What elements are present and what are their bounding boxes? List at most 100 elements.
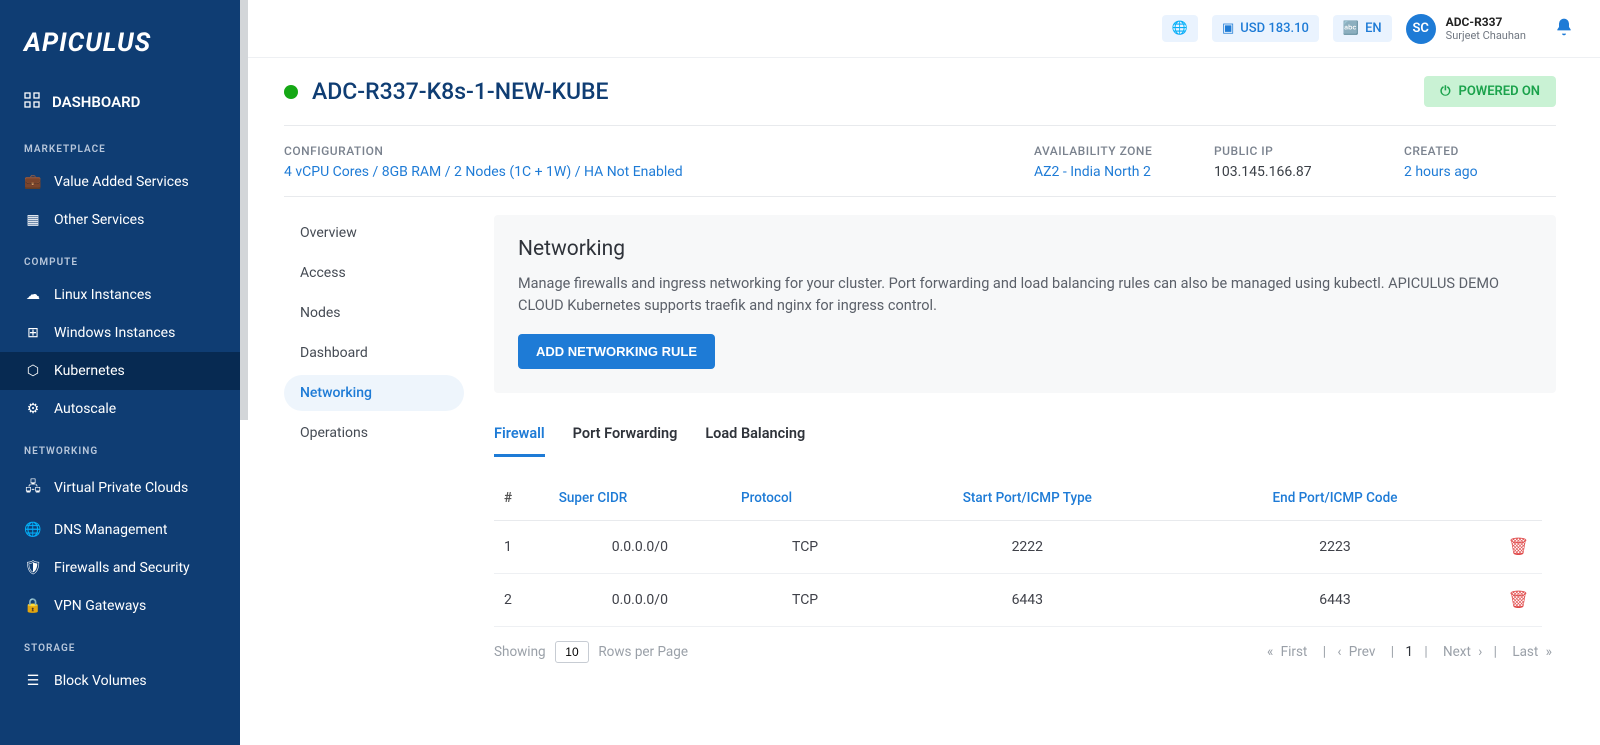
cell-start: 6443 <box>879 573 1175 626</box>
subnav-operations[interactable]: Operations <box>284 415 464 451</box>
networking-tabs: Firewall Port Forwarding Load Balancing <box>494 419 1556 458</box>
sidebar-item-value-added-services[interactable]: 💼Value Added Services <box>0 163 240 201</box>
pager-first[interactable]: « First <box>1263 644 1315 660</box>
subnav-access[interactable]: Access <box>284 255 464 291</box>
cell-index: 1 <box>494 520 549 573</box>
windows-icon: ⊞ <box>24 325 42 341</box>
wallet-icon: ▣ <box>1222 21 1234 36</box>
linux-icon: ☁ <box>24 287 42 303</box>
col-end-port[interactable]: End Port/ICMP Code <box>1175 476 1494 521</box>
firewall-table: # Super CIDR Protocol Start Port/ICMP Ty… <box>494 476 1542 627</box>
section-compute: COMPUTE <box>0 239 240 276</box>
power-badge: ⏻ POWERED ON <box>1424 76 1556 107</box>
col-super-cidr[interactable]: Super CIDR <box>549 476 731 521</box>
col-start-port[interactable]: Start Port/ICMP Type <box>879 476 1175 521</box>
dashboard-icon <box>24 92 40 112</box>
grid-icon: ▦ <box>24 212 42 228</box>
account-code: ADC-R337 <box>1446 15 1526 29</box>
autoscale-icon: ⚙ <box>24 401 42 417</box>
account-menu[interactable]: SC ADC-R337 Surjeet Chauhan <box>1406 14 1526 44</box>
lock-icon: 🔒 <box>24 598 42 614</box>
networking-card: Networking Manage firewalls and ingress … <box>494 215 1556 393</box>
pager-last[interactable]: Last » <box>1504 644 1556 660</box>
power-icon: ⏻ <box>1440 84 1450 99</box>
subnav-overview[interactable]: Overview <box>284 215 464 251</box>
sidebar-item-block-volumes[interactable]: ☰Block Volumes <box>0 662 240 700</box>
avatar: SC <box>1406 14 1436 44</box>
cell-end: 6443 <box>1175 573 1494 626</box>
notifications-button[interactable] <box>1554 17 1574 41</box>
sidebar-item-firewalls[interactable]: 🛡Firewalls and Security <box>0 549 240 587</box>
sidebar: APICULUS DASHBOARD MARKETPLACE 💼Value Ad… <box>0 0 240 745</box>
tab-firewall[interactable]: Firewall <box>494 419 545 457</box>
language-chip[interactable]: 🔤EN <box>1333 15 1392 42</box>
briefcase-icon: 💼 <box>24 174 42 190</box>
brand-logo: APICULUS <box>0 0 240 78</box>
account-name: Surjeet Chauhan <box>1446 29 1526 42</box>
sidebar-item-windows-instances[interactable]: ⊞Windows Instances <box>0 314 240 352</box>
tab-port-forwarding[interactable]: Port Forwarding <box>573 419 678 457</box>
table-footer: Showing Rows per Page « First | ‹ Prev |… <box>494 627 1556 677</box>
pager-prev[interactable]: ‹ Prev <box>1333 644 1383 660</box>
status-dot-running <box>284 85 298 99</box>
globe-icon: 🌐 <box>24 522 42 538</box>
sidebar-item-autoscale[interactable]: ⚙Autoscale <box>0 390 240 428</box>
pager-next[interactable]: Next › <box>1435 644 1486 660</box>
page-title: ADC-R337-K8s-1-NEW-KUBE <box>312 78 609 105</box>
meta-row: CONFIGURATION 4 vCPU Cores / 8GB RAM / 2… <box>284 126 1556 196</box>
sidebar-scrollbar[interactable] <box>240 0 248 420</box>
cell-index: 2 <box>494 573 549 626</box>
kubernetes-icon: ⬡ <box>24 363 42 379</box>
shield-icon: 🛡 <box>24 560 42 576</box>
table-row: 2 0.0.0.0/0 TCP 6443 6443 🗑 <box>494 573 1542 626</box>
section-networking: NETWORKING <box>0 428 240 465</box>
rows-per-page-input[interactable] <box>555 641 589 663</box>
topbar: 🌐 ▣USD 183.10 🔤EN SC ADC-R337 Surjeet Ch… <box>240 0 1600 58</box>
panel-description: Manage firewalls and ingress networking … <box>518 273 1532 318</box>
vpc-icon: 🖧 <box>24 476 42 500</box>
section-storage: STORAGE <box>0 625 240 662</box>
meta-label-configuration: CONFIGURATION <box>284 144 1024 158</box>
cell-protocol: TCP <box>731 520 879 573</box>
subnav: Overview Access Nodes Dashboard Networki… <box>284 215 464 677</box>
subnav-dashboard[interactable]: Dashboard <box>284 335 464 371</box>
meta-label-zone: AVAILABILITY ZONE <box>1034 144 1204 158</box>
cell-cidr: 0.0.0.0/0 <box>549 573 731 626</box>
sidebar-dashboard-label: DASHBOARD <box>52 93 140 111</box>
delete-row-icon[interactable]: 🗑 <box>1507 590 1529 610</box>
region-chip[interactable]: 🌐 <box>1162 15 1198 42</box>
cell-cidr: 0.0.0.0/0 <box>549 520 731 573</box>
cell-end: 2223 <box>1175 520 1494 573</box>
meta-value-zone[interactable]: AZ2 - India North 2 <box>1034 164 1204 180</box>
tab-load-balancing[interactable]: Load Balancing <box>705 419 805 457</box>
panel-title: Networking <box>518 237 1532 261</box>
sidebar-item-vpc[interactable]: 🖧Virtual Private Clouds <box>0 465 240 511</box>
sidebar-item-kubernetes[interactable]: ⬡Kubernetes <box>0 352 240 390</box>
pager-current: 1 <box>1401 644 1417 660</box>
delete-row-icon[interactable]: 🗑 <box>1507 537 1529 557</box>
section-marketplace: MARKETPLACE <box>0 126 240 163</box>
col-protocol[interactable]: Protocol <box>731 476 879 521</box>
sidebar-item-dns[interactable]: 🌐DNS Management <box>0 511 240 549</box>
col-hash: # <box>494 476 549 521</box>
cell-protocol: TCP <box>731 573 879 626</box>
add-networking-rule-button[interactable]: ADD NETWORKING RULE <box>518 334 715 369</box>
sidebar-item-linux-instances[interactable]: ☁Linux Instances <box>0 276 240 314</box>
sidebar-item-other-services[interactable]: ▦Other Services <box>0 201 240 239</box>
table-row: 1 0.0.0.0/0 TCP 2222 2223 🗑 <box>494 520 1542 573</box>
cell-start: 2222 <box>879 520 1175 573</box>
disk-icon: ☰ <box>24 673 42 689</box>
subnav-networking[interactable]: Networking <box>284 375 464 411</box>
meta-value-ip: 103.145.166.87 <box>1214 164 1394 180</box>
sidebar-dashboard[interactable]: DASHBOARD <box>0 78 240 126</box>
balance-chip[interactable]: ▣USD 183.10 <box>1212 15 1319 42</box>
pagination: « First | ‹ Prev | 1 | Next › | Last » <box>1263 644 1556 660</box>
translate-icon: 🔤 <box>1343 21 1359 36</box>
meta-value-created: 2 hours ago <box>1404 164 1556 180</box>
sidebar-item-vpn[interactable]: 🔒VPN Gateways <box>0 587 240 625</box>
meta-label-ip: PUBLIC IP <box>1214 144 1394 158</box>
subnav-nodes[interactable]: Nodes <box>284 295 464 331</box>
meta-value-configuration[interactable]: 4 vCPU Cores / 8GB RAM / 2 Nodes (1C + 1… <box>284 164 1024 180</box>
globe-icon: 🌐 <box>1172 21 1188 36</box>
meta-label-created: CREATED <box>1404 144 1556 158</box>
